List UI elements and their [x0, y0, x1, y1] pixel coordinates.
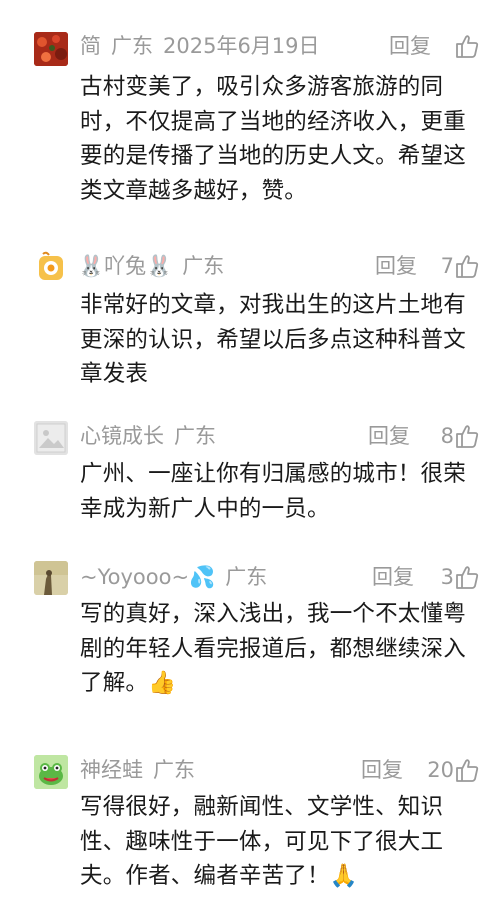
like-count: 3 [440, 565, 454, 589]
reply-button[interactable]: 回复 [372, 562, 414, 592]
comment-author[interactable]: 心镜成长 [80, 424, 164, 448]
comment-text: 广州、一座让你有归属感的城市！很荣幸成为新广人中的一员。 [80, 461, 466, 522]
comment-location: 广东 [182, 254, 225, 278]
comment-meta: 简广东 2025年6月19日 [80, 31, 320, 61]
comment-location: 广东 [174, 424, 216, 448]
thumbs-up-icon[interactable] [454, 423, 480, 449]
reply-button[interactable]: 回复 [389, 31, 431, 61]
avatar[interactable] [34, 250, 68, 284]
avatar[interactable] [34, 755, 68, 789]
comment-meta: 神经蛙 广东 [80, 755, 195, 785]
like-count: 8 [440, 424, 454, 448]
comment-location: 广东 [153, 758, 195, 782]
comment-author[interactable]: 简 [80, 34, 101, 58]
comment-location: 广东 [111, 34, 153, 58]
comment-date: 2025年6月19日 [163, 34, 320, 58]
comment-meta: 🐰吖兔🐰 广东 [78, 251, 224, 281]
reply-button[interactable]: 回复 [375, 251, 417, 281]
comment-meta: 心镜成长 广东 [80, 421, 216, 451]
reply-button[interactable]: 回复 [361, 755, 403, 785]
avatar[interactable] [34, 32, 68, 66]
avatar[interactable] [34, 421, 68, 455]
thumbs-up-icon[interactable] [454, 253, 480, 279]
reply-button[interactable]: 回复 [368, 421, 410, 451]
thumbs-up-icon[interactable] [454, 757, 480, 783]
like-count: 7 [440, 254, 454, 278]
comment-text: 古村变美了，吸引众多游客旅游的同时，不仅提高了当地的经济收入，更重要的是传播了当… [80, 74, 466, 204]
comment-author[interactable]: 神经蛙 [80, 758, 143, 782]
avatar[interactable] [34, 561, 68, 595]
like-count: 20 [427, 758, 454, 782]
comment-author[interactable]: ~Yoyooo~💦 [80, 565, 215, 589]
thumbs-up-icon[interactable] [454, 564, 480, 590]
comment-author[interactable]: 🐰吖兔🐰 [78, 254, 172, 278]
comment-text: 写的真好，深入浅出，我一个不太懂粤剧的年轻人看完报道后，都想继续深入了解。👍 [80, 601, 466, 696]
comment-meta: ~Yoyooo~💦 广东 [80, 562, 267, 592]
comment-location: 广东 [225, 565, 268, 589]
comment-text: 写得很好，融新闻性、文学性、知识性、趣味性于一体，可见下了很大工夫。作者、编者辛… [80, 794, 444, 889]
thumbs-up-icon[interactable] [454, 33, 480, 59]
comment-text: 非常好的文章，对我出生的这片土地有更深的认识，希望以后多点这种科普文章发表 [80, 292, 466, 387]
